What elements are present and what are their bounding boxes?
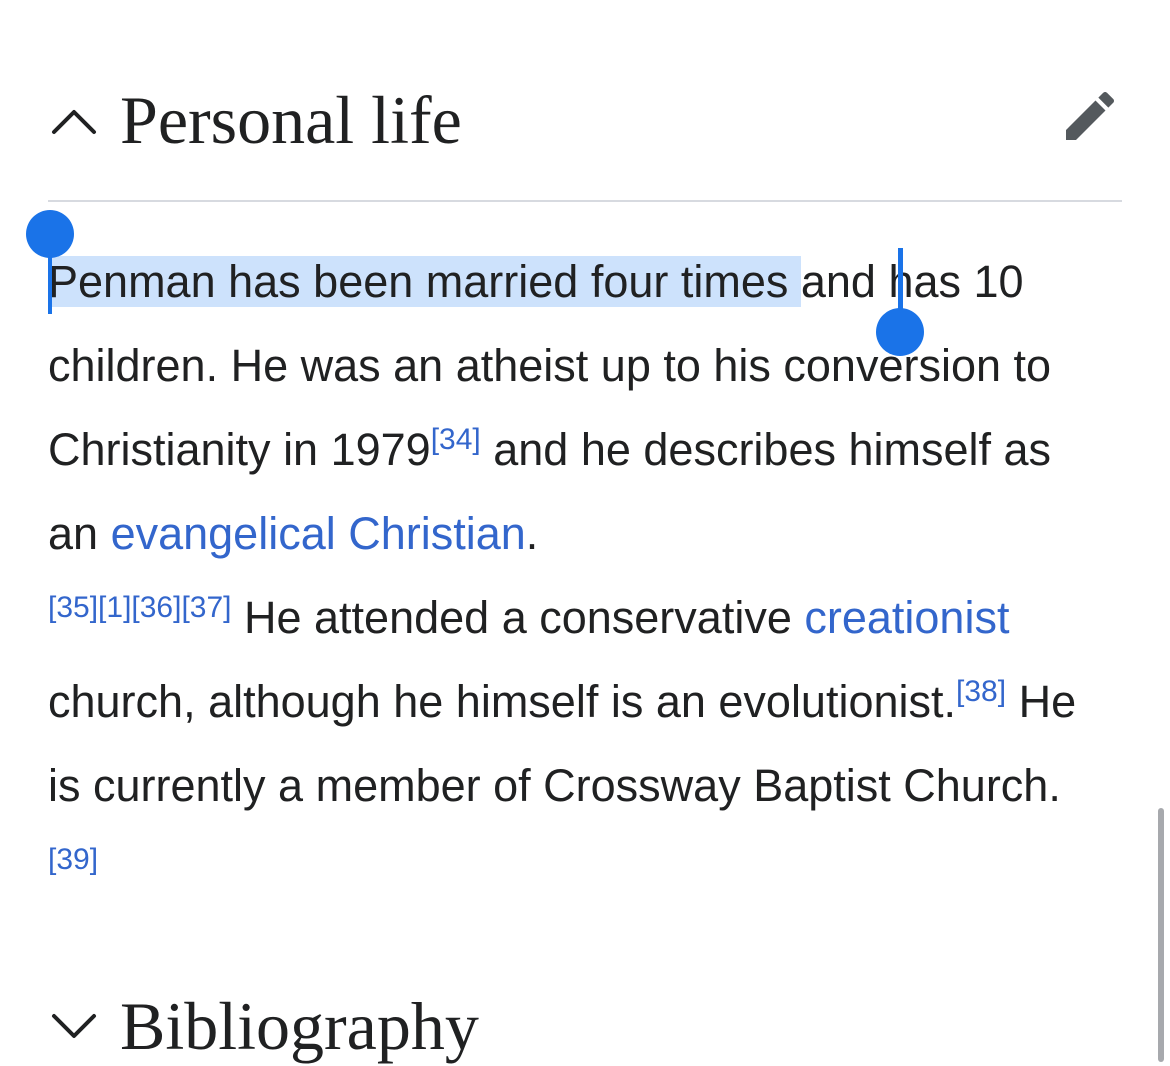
reference-link[interactable]: [39] bbox=[48, 843, 98, 876]
reference-link[interactable]: [1] bbox=[98, 591, 131, 624]
reference-1[interactable]: [1] bbox=[98, 591, 131, 624]
selection-end-handle[interactable] bbox=[876, 308, 924, 356]
reference-link[interactable]: [35] bbox=[48, 591, 98, 624]
selection-end-caret bbox=[898, 248, 903, 314]
section-title: Bibliography bbox=[120, 988, 479, 1064]
paragraph-text: church, although he himself is an evolut… bbox=[48, 676, 957, 727]
link-evangelical-christian[interactable]: evangelical Christian bbox=[111, 508, 526, 559]
section-title: Personal life bbox=[120, 82, 462, 158]
paragraph-text: He attended a conservative bbox=[231, 592, 805, 643]
reference-link[interactable]: [37] bbox=[181, 591, 231, 624]
selection-start-handle[interactable] bbox=[26, 210, 74, 258]
chevron-down-icon[interactable] bbox=[48, 1006, 100, 1046]
reference-37[interactable]: [37] bbox=[181, 591, 231, 624]
scrollbar[interactable] bbox=[1158, 808, 1164, 1062]
section-divider bbox=[48, 200, 1122, 202]
pencil-icon[interactable] bbox=[1058, 84, 1122, 148]
link-creationist[interactable]: creationist bbox=[804, 592, 1009, 643]
reference-35[interactable]: [35] bbox=[48, 591, 98, 624]
reference-36[interactable]: [36] bbox=[131, 591, 181, 624]
reference-39[interactable]: [39] bbox=[48, 843, 98, 876]
personal-life-paragraph: Penman has been married four times and h… bbox=[48, 240, 1098, 912]
section-header-personal-life[interactable]: Personal life bbox=[48, 80, 1122, 160]
paragraph-text: . bbox=[525, 508, 539, 559]
section-header-bibliography[interactable]: Bibliography bbox=[48, 986, 1122, 1066]
reference-link[interactable]: [34] bbox=[431, 423, 481, 456]
text-selection[interactable]: Penman has been married four times bbox=[48, 256, 801, 307]
chevron-up-icon[interactable] bbox=[48, 100, 100, 140]
reference-link[interactable]: [36] bbox=[131, 591, 181, 624]
reference-38[interactable]: [38] bbox=[956, 675, 1006, 708]
reference-34[interactable]: [34] bbox=[431, 423, 481, 456]
reference-link[interactable]: [38] bbox=[956, 675, 1006, 708]
